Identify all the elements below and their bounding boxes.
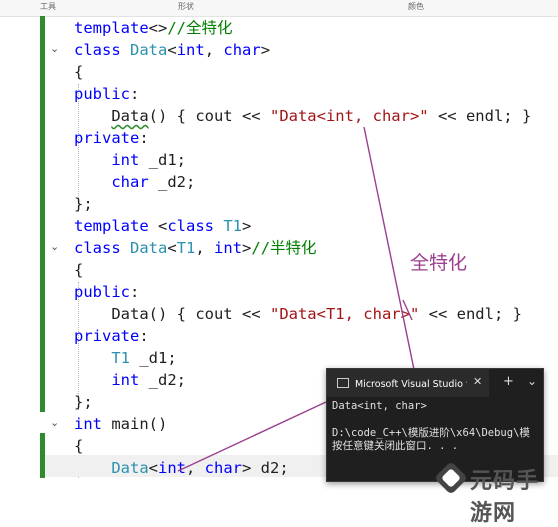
console-output-line: 按任意键关闭此窗口. . .	[332, 440, 459, 452]
watermark-emblem-icon	[436, 463, 466, 493]
watermark-logo: 元码手游网	[425, 460, 558, 526]
annotation-arrow	[363, 126, 418, 385]
console-tab[interactable]: Microsoft Visual Studio 调试控制台 ✕	[327, 369, 489, 397]
annotation-arrow	[177, 401, 327, 472]
new-tab-plus-icon[interactable]: +	[503, 374, 514, 389]
console-output-line: Data<int, char>	[332, 400, 427, 412]
annotation-arrow	[402, 299, 413, 321]
close-icon[interactable]: ✕	[473, 375, 482, 388]
console-title: Microsoft Visual Studio 调试控制台	[355, 379, 467, 390]
terminal-icon	[337, 378, 349, 388]
watermark-text: 元码手游网	[470, 469, 540, 526]
chevron-down-icon[interactable]: ⌄	[527, 374, 537, 388]
